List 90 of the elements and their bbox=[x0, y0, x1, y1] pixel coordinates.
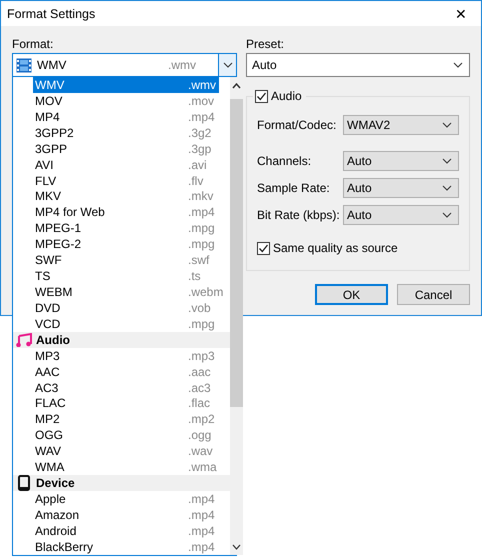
preset-label: Preset: bbox=[246, 37, 286, 53]
format-option[interactable]: WMV .wmv bbox=[33, 77, 219, 93]
format-option[interactable]: BlackBerry bbox=[33, 540, 188, 554]
setting-dropdown[interactable]: Auto bbox=[343, 204, 459, 224]
music-note-icon bbox=[16, 332, 32, 347]
extension-text: .mp2 bbox=[188, 412, 216, 426]
format-option[interactable]: AAC bbox=[33, 364, 188, 379]
film-icon bbox=[16, 58, 32, 72]
format-option[interactable]: OGG bbox=[33, 428, 188, 442]
format-option[interactable]: WMA bbox=[33, 460, 188, 474]
field-label: Channels: bbox=[257, 154, 312, 168]
extension-text: .mpg bbox=[188, 316, 216, 331]
ok-button[interactable]: OK bbox=[315, 284, 388, 305]
caret-icon bbox=[453, 62, 463, 68]
extension-text: .mp4 bbox=[188, 524, 216, 538]
extension-text: .ogg bbox=[188, 428, 212, 442]
extension-text: .ts bbox=[188, 269, 202, 284]
extension-text: .vob bbox=[188, 300, 212, 315]
format-option[interactable]: MP4 bbox=[33, 110, 188, 124]
format-option[interactable]: SWF bbox=[33, 253, 188, 268]
format-option[interactable]: Android bbox=[33, 524, 188, 538]
format-option[interactable]: MP3 bbox=[33, 348, 188, 363]
format-option[interactable]: MOV bbox=[33, 94, 188, 108]
format-dropdown[interactable]: WMV .wmv bbox=[12, 53, 237, 77]
window-title: Format Settings bbox=[7, 6, 96, 20]
field-label: Sample Rate: bbox=[257, 180, 330, 194]
format-option[interactable]: Apple bbox=[33, 492, 188, 506]
scrollbar-thumb[interactable] bbox=[230, 99, 243, 407]
close-button[interactable]: ✕ bbox=[441, 1, 481, 26]
format-option[interactable]: FLV bbox=[33, 174, 188, 188]
extension-text: .3gp bbox=[188, 142, 212, 156]
format-option[interactable]: MP4 for Web bbox=[33, 205, 188, 220]
caret-icon bbox=[442, 212, 452, 218]
extension-text: .aac bbox=[188, 364, 212, 379]
phone-icon bbox=[18, 475, 30, 492]
format-option[interactable]: TS bbox=[33, 269, 188, 284]
extension-text: .flac bbox=[188, 396, 212, 410]
format-option[interactable]: Amazon bbox=[33, 508, 188, 522]
same-quality-label: Same quality as source bbox=[273, 241, 398, 255]
extension-text: .avi bbox=[188, 158, 208, 172]
format-option[interactable]: 3GPP bbox=[33, 142, 188, 156]
extension-text: .mp4 bbox=[188, 508, 216, 522]
scroll-down-icon[interactable] bbox=[232, 544, 241, 550]
setting-dropdown[interactable]: Auto bbox=[343, 150, 459, 170]
extension-text: .webm bbox=[188, 285, 224, 300]
extension-text: .mpg bbox=[188, 237, 216, 252]
extension-text: .mp4 bbox=[188, 110, 216, 124]
format-option[interactable]: MKV bbox=[33, 189, 188, 204]
group-header: Audio bbox=[36, 332, 70, 347]
format-option[interactable]: MPEG-1 bbox=[33, 221, 188, 236]
format-option[interactable]: FLAC bbox=[33, 396, 188, 410]
extension-text: .flv bbox=[188, 174, 204, 188]
same-quality-checkbox[interactable] bbox=[257, 242, 270, 254]
cancel-button[interactable]: Cancel bbox=[397, 284, 470, 305]
format-option[interactable]: VCD bbox=[33, 316, 188, 331]
extension-text: .mkv bbox=[188, 189, 214, 204]
extension-text: .mp4 bbox=[188, 540, 216, 554]
setting-dropdown[interactable]: Auto bbox=[343, 178, 459, 198]
format-option[interactable]: MPEG-2 bbox=[33, 237, 188, 252]
format-option[interactable]: AC3 bbox=[33, 380, 188, 395]
extension-text: .swf bbox=[188, 253, 210, 268]
scroll-up-icon[interactable] bbox=[232, 82, 241, 88]
format-option[interactable]: MP2 bbox=[33, 412, 188, 426]
extension-text: .mp4 bbox=[188, 492, 216, 506]
extension-text: .wav bbox=[188, 444, 214, 458]
preset-dropdown[interactable]: Auto bbox=[246, 53, 470, 77]
extension-text: .3g2 bbox=[188, 126, 212, 140]
caret-icon bbox=[442, 184, 452, 190]
format-option[interactable]: WAV bbox=[33, 444, 188, 458]
format-option[interactable]: WEBM bbox=[33, 285, 188, 300]
field-label: Bit Rate (kbps): bbox=[257, 208, 340, 222]
format-option[interactable]: 3GPP2 bbox=[33, 126, 188, 140]
caret-icon bbox=[442, 122, 452, 128]
extension-text: .wma bbox=[188, 460, 218, 474]
extension-text: .mpg bbox=[188, 221, 216, 236]
format-option[interactable]: AVI bbox=[33, 158, 188, 172]
audio-checkbox[interactable] bbox=[255, 90, 268, 102]
extension-text: .mov bbox=[188, 94, 216, 108]
dropdown-caret-icon bbox=[222, 62, 232, 68]
format-label: Format: bbox=[12, 37, 54, 53]
audio-checkbox-label: Audio bbox=[271, 89, 302, 103]
group-header: Device bbox=[36, 476, 75, 490]
scrollbar[interactable] bbox=[230, 77, 243, 555]
field-label: Format/Codec: bbox=[257, 118, 336, 132]
format-option[interactable]: DVD bbox=[33, 300, 188, 315]
extension-text: .mp4 bbox=[188, 205, 216, 220]
caret-icon bbox=[442, 158, 452, 164]
setting-dropdown[interactable]: WMAV2 bbox=[343, 114, 459, 134]
extension-text: .ac3 bbox=[188, 380, 212, 395]
extension-text: .mp3 bbox=[188, 348, 216, 363]
